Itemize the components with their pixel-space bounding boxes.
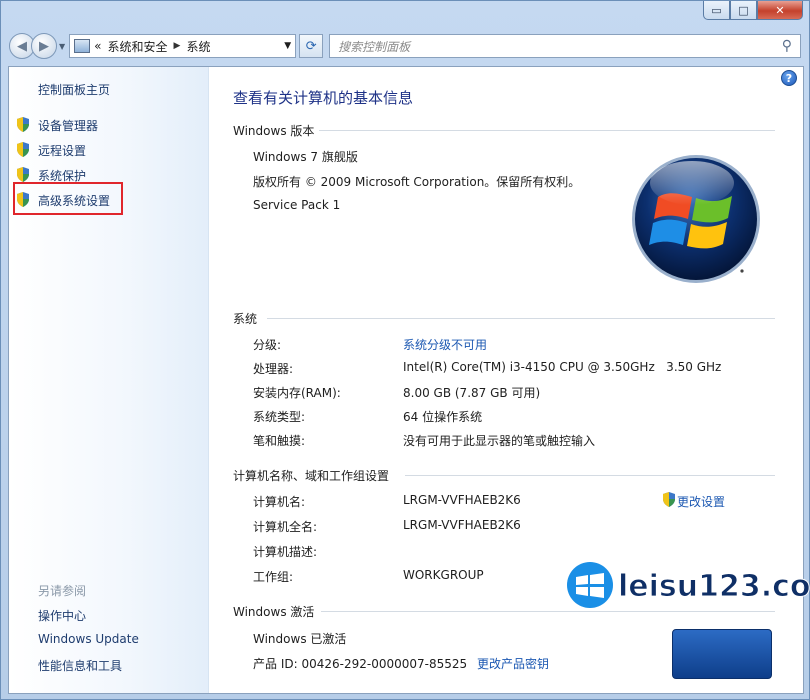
- system-type-value: 64 位操作系统: [403, 410, 483, 424]
- close-icon: ✕: [775, 3, 785, 17]
- computer-workgroup-value: WORKGROUP: [403, 568, 484, 582]
- computer-label-description: 计算机描述:: [253, 545, 318, 559]
- maximize-icon: □: [738, 3, 749, 17]
- address-bar[interactable]: « 系统和安全 ▶ 系统 ▼: [69, 34, 297, 58]
- computer-label-workgroup: 工作组:: [253, 570, 294, 584]
- close-button[interactable]: ✕: [757, 1, 803, 20]
- sidebar: 控制面板主页 设备管理器 远程设置 系统保护 高级系统设置 另请参阅 操作中心 …: [9, 67, 209, 693]
- system-label-pen: 笔和触摸:: [253, 434, 306, 448]
- computer-label-fullname: 计算机全名:: [253, 520, 318, 534]
- recent-pages-dropdown[interactable]: ▼: [59, 42, 65, 51]
- edition-service-pack: Service Pack 1: [253, 198, 341, 212]
- shield-icon: [17, 167, 29, 182]
- see-also-performance-tools[interactable]: 性能信息和工具: [38, 657, 122, 674]
- section-header-edition: Windows 版本: [233, 124, 315, 138]
- refresh-button[interactable]: ⟳: [299, 34, 324, 58]
- genuine-microsoft-badge[interactable]: [672, 629, 772, 679]
- search-input[interactable]: 搜索控制面板 ⚲: [329, 34, 801, 58]
- activation-status: Windows 已激活: [253, 632, 347, 646]
- see-also-action-center[interactable]: 操作中心: [38, 607, 86, 624]
- edition-copyright: 版权所有 © 2009 Microsoft Corporation。保留所有权利…: [253, 175, 581, 189]
- breadcrumb-system-security[interactable]: 系统和安全: [108, 38, 168, 55]
- edition-name: Windows 7 旗舰版: [253, 150, 358, 164]
- navigation-bar: ◀ ▶ ▼ « 系统和安全 ▶ 系统 ▼ ⟳ 搜索控制面板 ⚲: [9, 31, 801, 61]
- caption-buttons: ▭ □ ✕: [703, 1, 803, 20]
- back-arrow-icon: ◀: [17, 38, 27, 54]
- watermark-text: leisu123.com: [618, 569, 810, 605]
- search-placeholder: 搜索控制面板: [338, 39, 411, 54]
- section-divider: [321, 611, 775, 612]
- highlight-box: [13, 182, 123, 215]
- forward-arrow-icon: ▶: [39, 38, 49, 54]
- system-ram-value: 8.00 GB (7.87 GB 可用): [403, 386, 541, 400]
- system-processor-value: Intel(R) Core(TM) i3-4150 CPU @ 3.50GHz …: [403, 360, 722, 374]
- shield-icon: [663, 492, 675, 507]
- breadcrumb-overflow[interactable]: «: [94, 39, 101, 53]
- maximize-button[interactable]: □: [730, 1, 757, 20]
- system-pen-value: 没有可用于此显示器的笔或触控输入: [403, 434, 596, 448]
- sidebar-item-device-manager[interactable]: 设备管理器: [38, 117, 98, 134]
- section-divider: [319, 130, 775, 131]
- section-divider: [405, 475, 775, 476]
- system-label-type: 系统类型:: [253, 410, 306, 424]
- breadcrumb-system[interactable]: 系统: [186, 38, 210, 55]
- system-label-processor: 处理器:: [253, 362, 294, 376]
- windows-logo-icon: [632, 155, 760, 283]
- page-title: 查看有关计算机的基本信息: [233, 89, 414, 107]
- breadcrumb-separator-icon[interactable]: ▶: [174, 41, 181, 51]
- watermark-logo-icon: [567, 562, 613, 608]
- search-icon[interactable]: ⚲: [782, 38, 792, 54]
- system-label-ram: 安装内存(RAM):: [253, 386, 341, 400]
- shield-icon: [17, 142, 29, 157]
- sidebar-item-remote-settings[interactable]: 远程设置: [38, 142, 86, 159]
- product-id: 产品 ID: 00426-292-0000007-85525: [253, 657, 468, 671]
- see-also-windows-update[interactable]: Windows Update: [38, 632, 139, 646]
- shield-icon: [17, 117, 29, 132]
- minimize-button[interactable]: ▭: [703, 1, 730, 20]
- see-also-header: 另请参阅: [38, 584, 87, 598]
- system-rating-link[interactable]: 系统分级不可用: [403, 336, 487, 353]
- computer-label-name: 计算机名:: [253, 495, 306, 509]
- sidebar-control-panel-home[interactable]: 控制面板主页: [38, 81, 110, 98]
- section-header-activation: Windows 激活: [233, 605, 315, 619]
- control-panel-icon: [74, 39, 91, 53]
- system-label-rating: 分级:: [253, 338, 282, 352]
- section-header-computer: 计算机名称、域和工作组设置: [233, 469, 390, 483]
- address-dropdown-icon[interactable]: ▼: [284, 41, 291, 51]
- computer-name-value: LRGM-VVFHAEB2K6: [403, 493, 521, 507]
- section-header-system: 系统: [233, 312, 258, 326]
- change-product-key-link[interactable]: 更改产品密钥: [477, 655, 549, 672]
- refresh-icon: ⟳: [305, 38, 317, 54]
- change-settings-link[interactable]: 更改设置: [677, 493, 725, 510]
- forward-button[interactable]: ▶: [31, 33, 57, 59]
- minimize-icon: ▭: [711, 3, 722, 17]
- computer-fullname-value: LRGM-VVFHAEB2K6: [403, 518, 521, 532]
- section-divider: [267, 318, 775, 319]
- control-panel-window: ▭ □ ✕ ◀ ▶ ▼ « 系统和安全 ▶ 系统 ▼ ⟳ 搜索控制面板 ⚲ 控制…: [0, 0, 810, 700]
